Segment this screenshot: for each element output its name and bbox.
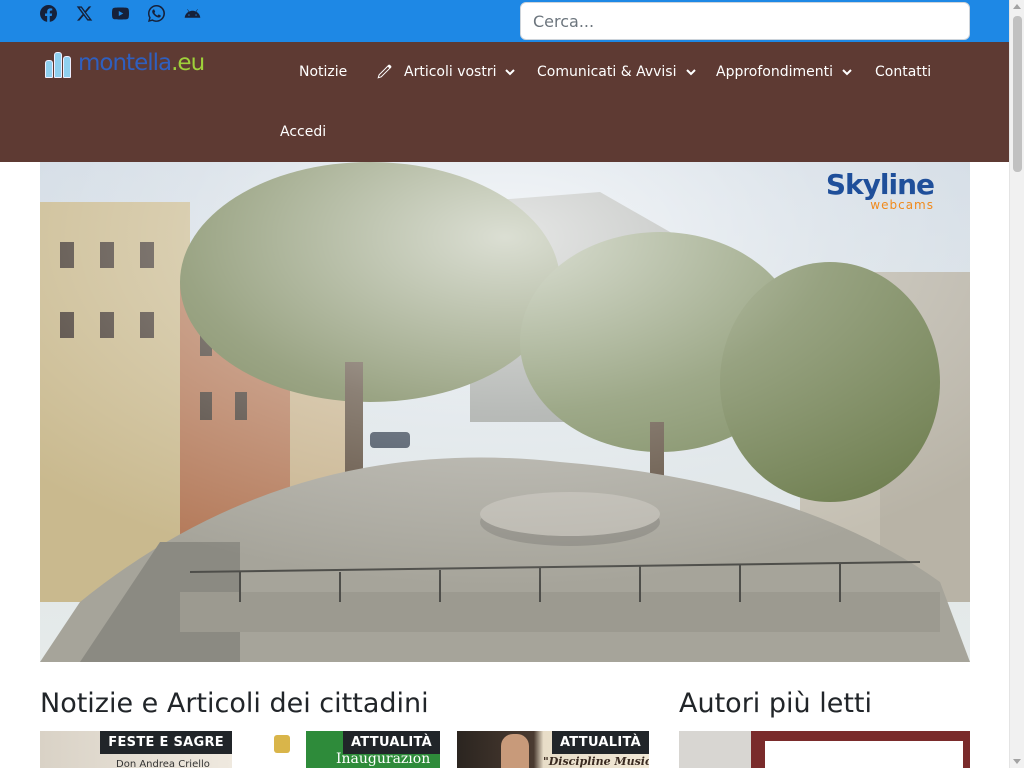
town-crest-icon	[274, 735, 290, 753]
youtube-icon[interactable]	[112, 4, 148, 22]
nav-item-label: Notizie	[299, 64, 348, 80]
nav-item-label: Accedi	[280, 124, 327, 140]
x-twitter-icon[interactable]	[76, 4, 112, 22]
main-navbar: montella.eu Notizie Articoli vostri Comu…	[0, 42, 1009, 162]
search-input[interactable]	[520, 2, 970, 40]
facebook-icon[interactable]	[40, 4, 76, 22]
logo-mark-icon	[42, 48, 76, 78]
author-image-inner	[765, 741, 963, 768]
webcam-hero-image[interactable]: Skyline webcams	[40, 162, 970, 662]
webcam-scene-illustration	[40, 162, 970, 662]
watermark-sub: webcams	[870, 198, 934, 212]
pencil-icon	[376, 64, 392, 80]
category-badge[interactable]: FESTE E SAGRE	[100, 731, 232, 754]
logo-text-part2: .eu	[171, 50, 205, 76]
category-badge[interactable]: ATTUALITÀ	[551, 731, 649, 754]
article-card[interactable]: Don Andrea Criello FESTE E SAGRE	[40, 731, 232, 768]
article-card[interactable]: "Discipline Musicali ATTUALITÀ	[457, 731, 649, 768]
scroll-down-icon[interactable]	[1013, 759, 1021, 764]
nav-item-label: Contatti	[875, 64, 932, 80]
article-thumbnail-caption: Don Andrea Criello	[116, 759, 210, 768]
social-links	[40, 4, 220, 22]
person-photo	[501, 734, 529, 768]
chevron-down-icon	[504, 66, 516, 78]
site-logo[interactable]: montella.eu	[42, 46, 205, 80]
nav-item-label: Articoli vostri	[404, 64, 497, 80]
nav-item-label: Approfondimenti	[716, 64, 834, 80]
author-card-image[interactable]	[679, 731, 970, 768]
skyline-webcams-watermark: Skyline webcams	[825, 168, 935, 212]
category-badge[interactable]: ATTUALITÀ	[342, 731, 440, 754]
scroll-up-icon[interactable]	[1013, 4, 1021, 9]
chevron-down-icon	[685, 66, 697, 78]
chevron-down-icon	[841, 66, 853, 78]
nav-item-approfondimenti[interactable]: Approfondimenti	[716, 64, 853, 80]
logo-text-part1: montella	[78, 50, 172, 76]
nav-item-comunicati-avvisi[interactable]: Comunicati & Avvisi	[537, 64, 697, 80]
article-thumbnail-caption: "Discipline Musicali	[543, 755, 649, 768]
watermark-brand: Skyline	[825, 168, 935, 201]
logo-text: montella.eu	[78, 50, 205, 76]
whatsapp-icon[interactable]	[148, 4, 184, 22]
nav-item-articoli-vostri[interactable]: Articoli vostri	[376, 64, 516, 80]
page-scrollbar[interactable]	[1009, 0, 1024, 768]
news-section-title: Notizie e Articoli dei cittadini	[40, 688, 429, 719]
top-social-bar	[0, 0, 1009, 42]
scrollbar-thumb[interactable]	[1013, 16, 1022, 172]
authors-section-title: Autori più letti	[679, 688, 872, 719]
nav-item-notizie[interactable]: Notizie	[299, 64, 347, 80]
android-icon[interactable]	[184, 4, 220, 22]
article-card[interactable]: Inaugurazion ATTUALITÀ	[248, 731, 440, 768]
nav-item-label: Comunicati & Avvisi	[537, 64, 677, 80]
nav-item-contatti[interactable]: Contatti	[875, 64, 931, 80]
nav-item-accedi[interactable]: Accedi	[280, 124, 326, 140]
